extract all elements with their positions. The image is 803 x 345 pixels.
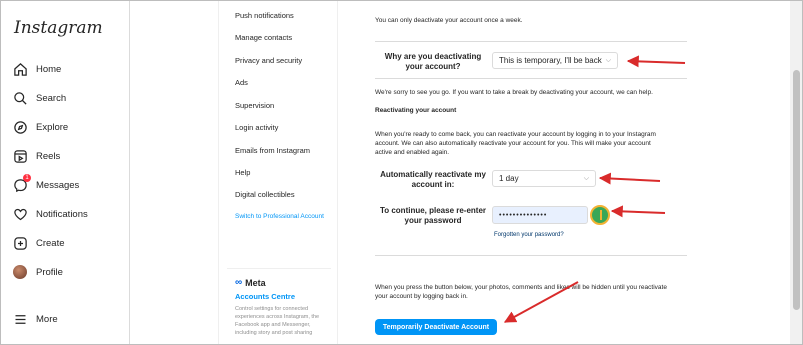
settings-item-manage-contacts[interactable]: Manage contacts [235, 33, 292, 42]
accounts-centre-box[interactable]: ∞ Meta Accounts Centre Control settings f… [227, 268, 331, 337]
password-field[interactable]: •••••••••••••• [492, 206, 588, 224]
settings-item-digital-collectibles[interactable]: Digital collectibles [235, 190, 295, 199]
nav-item-notifications[interactable]: Notifications [12, 203, 88, 225]
auto-reactivate-label: Automatically reactivate my account in: [380, 170, 486, 189]
settings-item-ads[interactable]: Ads [235, 78, 248, 87]
nav-item-reels[interactable]: Reels [12, 145, 60, 167]
divider [375, 41, 687, 42]
heart-icon [12, 206, 28, 222]
compass-icon [12, 119, 28, 135]
page-scrollbar-thumb[interactable] [793, 70, 800, 310]
settings-item-login-activity[interactable]: Login activity [235, 123, 278, 132]
forgot-password-link[interactable]: Forgotten your password? [494, 232, 564, 238]
settings-sidebar: Push notifications Manage contacts Priva… [218, 0, 338, 345]
nav-item-profile[interactable]: Profile [12, 261, 63, 283]
avatar [13, 265, 27, 279]
left-nav: Instagram Home Search Explore Reels 1 Me… [0, 0, 130, 345]
temporarily-deactivate-button[interactable]: Temporarily Deactivate Account [375, 319, 497, 335]
nav-item-create[interactable]: Create [12, 232, 65, 254]
divider [375, 78, 687, 79]
sorry-text: We're sorry to see you go. If you want t… [375, 89, 653, 96]
nav-item-search[interactable]: Search [12, 87, 66, 109]
password-manager-key-icon[interactable] [590, 205, 610, 225]
nav-label: Home [36, 63, 62, 75]
nav-item-home[interactable]: Home [12, 58, 61, 80]
meta-logo: ∞ Meta [235, 277, 266, 288]
auto-reactivate-select[interactable]: 1 day ⌵ [492, 170, 596, 187]
instagram-logo[interactable]: Instagram [14, 18, 103, 38]
accounts-centre-description: Control settings for connected experienc… [235, 306, 320, 336]
messages-badge: 1 [23, 174, 31, 182]
settings-item-push-notifications[interactable]: Push notifications [235, 11, 294, 20]
nav-label: Explore [36, 121, 69, 133]
accounts-centre-link[interactable]: Accounts Centre [235, 292, 323, 301]
deactivate-form: You can only deactivate your account onc… [340, 0, 706, 345]
hamburger-icon [12, 311, 28, 327]
nav-label: Search [36, 92, 67, 104]
settings-item-privacy[interactable]: Privacy and security [235, 56, 302, 65]
why-label: Why are you deactivating your account? [384, 52, 482, 71]
home-icon [12, 61, 28, 77]
plus-square-icon [12, 235, 28, 251]
settings-item-emails[interactable]: Emails from Instagram [235, 146, 310, 155]
nav-item-explore[interactable]: Explore [12, 116, 68, 138]
nav-label: Profile [36, 266, 63, 278]
chevron-down-icon: ⌵ [605, 56, 611, 64]
messenger-icon: 1 [12, 174, 31, 193]
why-select[interactable]: This is temporary, I'll be back ⌵ [492, 52, 618, 69]
chevron-down-icon: ⌵ [583, 174, 589, 182]
bottom-warning-text: When you press the button below, your ph… [375, 284, 667, 300]
meta-infinity-icon: ∞ [235, 277, 243, 288]
search-icon [12, 90, 28, 106]
nav-label: Notifications [36, 208, 88, 220]
nav-item-more[interactable]: More [12, 308, 58, 330]
why-select-value: This is temporary, I'll be back [499, 56, 602, 65]
settings-item-switch-professional[interactable]: Switch to Professional Account [235, 213, 324, 220]
nav-label: More [36, 313, 58, 325]
nav-label: Reels [36, 150, 61, 162]
reactivating-text: When you're ready to come back, you can … [375, 131, 656, 156]
settings-item-supervision[interactable]: Supervision [235, 101, 274, 110]
once-week-text: You can only deactivate your account onc… [375, 17, 523, 24]
settings-item-help[interactable]: Help [235, 168, 250, 177]
password-label: To continue, please re-enter your passwo… [379, 206, 487, 225]
reels-icon [12, 148, 28, 164]
nav-label: Create [36, 237, 65, 249]
auto-reactivate-value: 1 day [499, 174, 519, 183]
reactivating-heading: Reactivating your account [375, 107, 457, 114]
nav-label: Messages [36, 179, 80, 191]
divider [375, 255, 687, 256]
nav-item-messages[interactable]: 1 Messages [12, 174, 79, 196]
